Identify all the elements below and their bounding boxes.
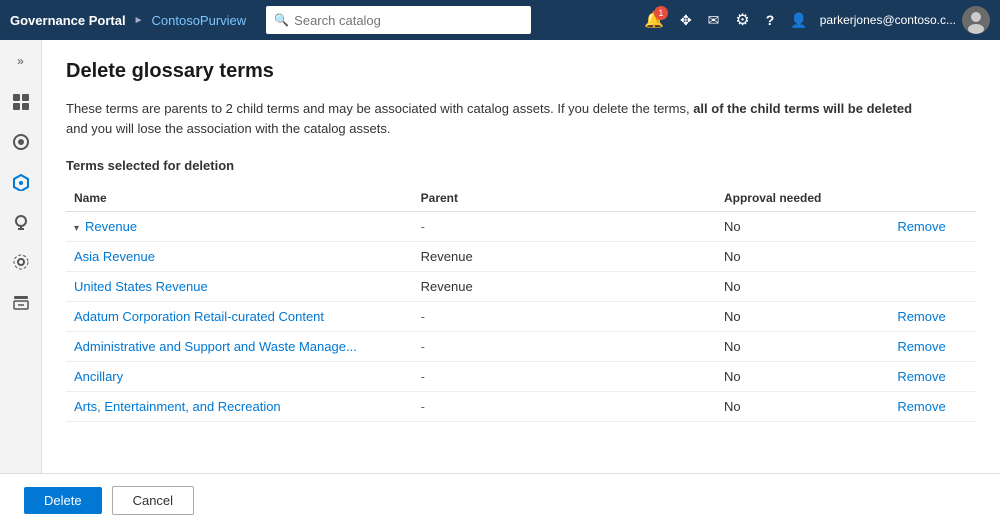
settings-button[interactable]: ⚙ <box>731 6 753 34</box>
table-row: Adatum Corporation Retail-curated Conten… <box>66 302 976 332</box>
term-approval: No <box>716 242 889 272</box>
gear-icon: ⚙ <box>735 10 749 30</box>
nav-right-controls: 🔔 1 ✥ ✉ ⚙ ? 👤 parkerjones@contoso.c... <box>640 6 990 34</box>
search-bar: 🔍 <box>266 6 531 34</box>
search-icon: 🔍 <box>274 13 289 27</box>
term-parent: - <box>413 392 716 422</box>
term-name-link[interactable]: Administrative and Support and Waste Man… <box>74 339 357 354</box>
content-area: Delete glossary terms These terms are pa… <box>42 40 1000 473</box>
alert-icon: ✉ <box>708 12 720 29</box>
top-navigation: Governance Portal ► ContosoPurview 🔍 🔔 1… <box>0 0 1000 40</box>
dash: - <box>421 339 425 354</box>
term-name-link[interactable]: United States Revenue <box>74 279 208 294</box>
cancel-button[interactable]: Cancel <box>112 486 194 515</box>
section-title: Terms selected for deletion <box>66 158 976 173</box>
user-menu[interactable]: parkerjones@contoso.c... <box>820 6 990 34</box>
term-parent: Revenue <box>413 242 716 272</box>
user-email: parkerjones@contoso.c... <box>820 13 956 27</box>
section-header: Terms selected for deletion <box>66 158 976 185</box>
dash: - <box>421 219 425 234</box>
person-icon: 👤 <box>790 12 807 29</box>
sub-portal-name[interactable]: ContosoPurview <box>152 13 247 28</box>
avatar <box>962 6 990 34</box>
remove-button[interactable]: Remove <box>897 309 945 324</box>
table-row: Ancillary - No Remove <box>66 362 976 392</box>
sidebar-item-management[interactable] <box>3 244 39 280</box>
portal-name[interactable]: Governance Portal <box>10 13 126 28</box>
term-approval: No <box>716 362 889 392</box>
term-parent: - <box>413 362 716 392</box>
warning-message: These terms are parents to 2 child terms… <box>66 99 936 138</box>
help-button[interactable]: ? <box>762 8 779 32</box>
search-input[interactable] <box>266 6 531 34</box>
sidebar-item-home[interactable] <box>3 84 39 120</box>
term-approval: No <box>716 332 889 362</box>
dash: - <box>421 399 425 414</box>
table-row: Asia Revenue RevenueNo <box>66 242 976 272</box>
column-header-parent: Parent <box>413 185 716 212</box>
table-row: United States Revenue RevenueNo <box>66 272 976 302</box>
warning-text-part1: These terms are parents to 2 child terms… <box>66 101 912 116</box>
sidebar: » <box>0 40 42 473</box>
notifications-button[interactable]: 🔔 1 <box>640 6 668 34</box>
page-title: Delete glossary terms <box>66 60 976 83</box>
table-row: Administrative and Support and Waste Man… <box>66 332 976 362</box>
table-row: ▾ Revenue - No Remove <box>66 212 976 242</box>
remove-button[interactable]: Remove <box>897 219 945 234</box>
term-approval: No <box>716 302 889 332</box>
term-parent: - <box>413 212 716 242</box>
remove-button[interactable]: Remove <box>897 399 945 414</box>
feedback-button[interactable]: 👤 <box>786 8 811 33</box>
nav-separator: ► <box>134 15 144 26</box>
help-icon: ? <box>766 12 775 28</box>
term-approval: No <box>716 392 889 422</box>
alerts-button[interactable]: ✉ <box>704 8 724 33</box>
grid-icon: ✥ <box>680 12 692 29</box>
table-row: Arts, Entertainment, and Recreation - No Re… <box>66 392 976 422</box>
sidebar-item-insights[interactable] <box>3 204 39 240</box>
term-approval: No <box>716 212 889 242</box>
connections-button[interactable]: ✥ <box>676 8 696 33</box>
remove-button[interactable]: Remove <box>897 369 945 384</box>
term-name-link[interactable]: Ancillary <box>74 369 123 384</box>
main-area: » <box>0 40 1000 473</box>
expand-collapse-button[interactable]: » <box>11 48 30 74</box>
term-name-link[interactable]: Revenue <box>85 219 137 234</box>
remove-button[interactable]: Remove <box>897 339 945 354</box>
term-name-link[interactable]: Adatum Corporation Retail-curated Conten… <box>74 309 324 324</box>
nav-brand: Governance Portal ► ContosoPurview <box>10 13 246 28</box>
footer: Delete Cancel <box>0 473 1000 527</box>
sidebar-item-catalog[interactable] <box>3 124 39 160</box>
chevron-down-icon: ▾ <box>74 223 79 234</box>
dash: - <box>421 309 425 324</box>
term-parent: - <box>413 332 716 362</box>
term-parent: - <box>413 302 716 332</box>
column-header-name: Name <box>66 185 413 212</box>
column-header-action <box>889 185 976 212</box>
term-name-link[interactable]: Asia Revenue <box>74 249 155 264</box>
terms-table: Name Parent Approval needed ▾Revenue-NoR… <box>66 185 976 422</box>
sidebar-item-glossary[interactable] <box>3 164 39 200</box>
term-parent: Revenue <box>413 272 716 302</box>
column-header-approval: Approval needed <box>716 185 889 212</box>
sidebar-item-archive[interactable] <box>3 284 39 320</box>
warning-text-part2: and you will lose the association with t… <box>66 121 390 136</box>
term-approval: No <box>716 272 889 302</box>
term-name-link[interactable]: Arts, Entertainment, and Recreation <box>74 399 281 414</box>
notification-badge: 1 <box>654 6 668 20</box>
delete-button[interactable]: Delete <box>24 487 102 514</box>
dash: - <box>421 369 425 384</box>
